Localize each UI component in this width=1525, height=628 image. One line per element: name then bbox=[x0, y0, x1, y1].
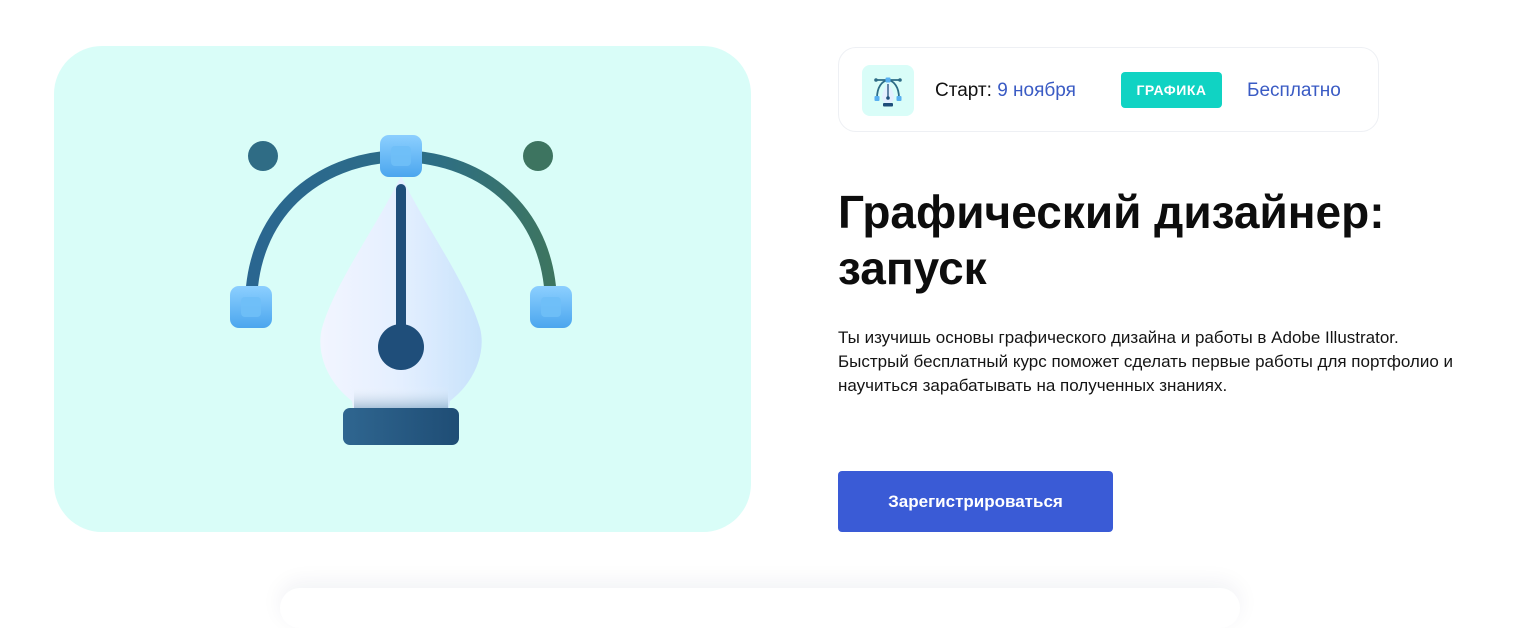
course-description: Ты изучишь основы графического дизайна и… bbox=[838, 328, 1453, 395]
course-start: Старт: 9 ноября bbox=[935, 79, 1076, 103]
start-date: 9 ноября bbox=[997, 80, 1076, 101]
next-section-edge bbox=[280, 588, 1240, 628]
pen-tool-icon bbox=[874, 77, 902, 107]
course-price: Бесплатно bbox=[1247, 80, 1341, 101]
course-category-icon bbox=[862, 65, 914, 116]
course-title: Графический дизайнер: запуск bbox=[838, 186, 1385, 294]
category-badge[interactable]: ГРАФИКА bbox=[1121, 72, 1222, 108]
course-illustration-card bbox=[54, 46, 751, 532]
register-button[interactable]: Зарегистрироваться bbox=[838, 471, 1113, 532]
pen-tool-icon bbox=[230, 135, 572, 445]
start-label: Старт: bbox=[935, 80, 992, 101]
course-info-bar: Старт: 9 ноября ГРАФИКА Бесплатно bbox=[838, 47, 1379, 132]
